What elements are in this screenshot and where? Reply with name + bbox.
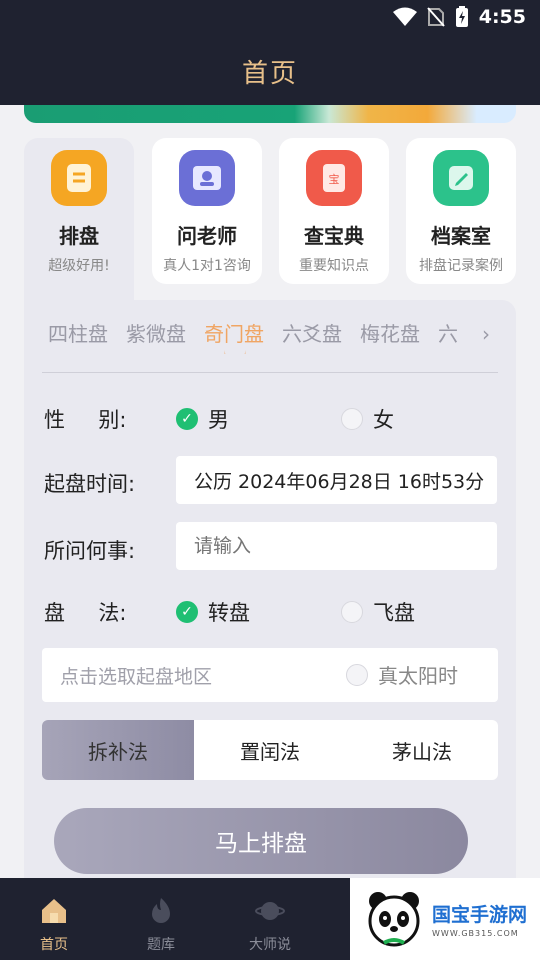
quick-ask-teacher-subtitle: 真人1对1咨询 [163,258,251,274]
quick-treasure-book-subtitle: 重要知识点 [299,258,369,274]
watermark-title: 国宝手游网 [432,904,528,926]
gender-male-label: 男 [208,408,229,432]
wifi-icon [392,7,417,26]
method-zhuanpan-radio[interactable]: ✓ 转盘 [176,597,250,627]
radio-empty-icon [341,408,363,430]
method-feipan-label: 飞盘 [373,601,415,625]
edit-note-icon [433,150,489,206]
question-label: 所问何事: [44,539,136,563]
tab-qimen[interactable]: 奇门盘 [204,318,264,354]
start-time-field[interactable]: 公历 2024年06月28日 16时53分 [176,456,497,504]
no-sim-icon [426,7,445,27]
nav-question-bank-label: 题库 [147,937,175,953]
tab-liu-partial[interactable]: 六 [438,318,458,354]
gender-female-label: 女 [373,408,394,432]
quick-archive-subtitle: 排盘记录案例 [419,258,503,274]
chart-form-panel [24,300,516,880]
method-feipan-radio[interactable]: 飞盘 [341,597,415,627]
chart-type-tabs: 四柱盘 紫微盘 奇门盘 六爻盘 梅花盘 六 [24,318,500,354]
document-icon [51,150,107,206]
page-title: 首页 [241,59,298,89]
quick-treasure-book-title: 查宝典 [304,224,364,248]
app-bar: 首页 [0,38,540,105]
start-time-label: 起盘时间: [44,472,136,496]
true-solar-time-radio[interactable]: 真太阳时 [346,660,458,689]
radio-empty-icon [341,601,363,623]
site-watermark: 国宝手游网 WWW.GB315.COM [350,878,540,960]
flame-icon [152,898,170,923]
status-bar: 4:55 [0,0,540,38]
nav-question-bank[interactable]: 题库 [111,878,211,960]
true-solar-time-label: 真太阳时 [378,664,458,688]
segment-maoshan[interactable]: 茅山法 [346,720,498,780]
tab-sizhu[interactable]: 四柱盘 [48,318,108,354]
gender-label: 性 别: [44,408,127,432]
panda-logo-icon [364,889,424,949]
teacher-card-icon [179,150,235,206]
banner-image[interactable] [24,105,516,123]
battery-charging-icon [455,6,468,27]
planet-icon [255,902,285,920]
nav-home-label: 首页 [40,937,68,953]
radio-empty-icon [346,663,368,686]
quick-paipan[interactable]: 排盘 超级好用! [24,138,134,308]
quick-treasure-book[interactable]: 宝 查宝典 重要知识点 [279,138,389,284]
gender-male-radio[interactable]: ✓ 男 [176,404,229,434]
chevron-right-icon[interactable]: › [482,322,490,346]
nav-home[interactable]: 首页 [4,878,104,960]
tab-meihua[interactable]: 梅花盘 [360,318,420,354]
location-placeholder: 点击选取起盘地区 [60,665,213,688]
method-segment: 拆补法 置闰法 茅山法 [42,720,498,780]
quick-ask-teacher[interactable]: 问老师 真人1对1咨询 [152,138,262,284]
tab-liuyao[interactable]: 六爻盘 [282,318,342,354]
question-input[interactable] [176,522,497,570]
tabs-divider [42,372,498,373]
status-time: 4:55 [478,6,526,28]
submit-chart-button[interactable]: 马上排盘 [54,808,468,874]
nav-master-talk[interactable]: 大师说 [220,878,320,960]
method-label: 盘 法: [44,601,127,625]
quick-archive[interactable]: 档案室 排盘记录案例 [406,138,516,284]
quick-archive-title: 档案室 [431,224,491,248]
quick-paipan-title: 排盘 [59,224,99,248]
method-zhuanpan-label: 转盘 [208,601,250,625]
gender-female-radio[interactable]: 女 [341,404,394,434]
treasure-book-icon: 宝 [306,150,362,206]
segment-zhirun[interactable]: 置闰法 [194,720,346,780]
watermark-url: WWW.GB315.COM [432,929,519,938]
home-icon [42,899,66,923]
svg-text:宝: 宝 [329,172,340,186]
quick-paipan-subtitle: 超级好用! [48,258,110,274]
check-icon: ✓ [176,601,198,623]
nav-master-talk-label: 大师说 [249,937,291,953]
tab-ziwei[interactable]: 紫微盘 [126,318,186,354]
check-icon: ✓ [176,408,198,430]
segment-chaibu[interactable]: 拆补法 [42,720,194,780]
quick-ask-teacher-title: 问老师 [177,224,237,248]
